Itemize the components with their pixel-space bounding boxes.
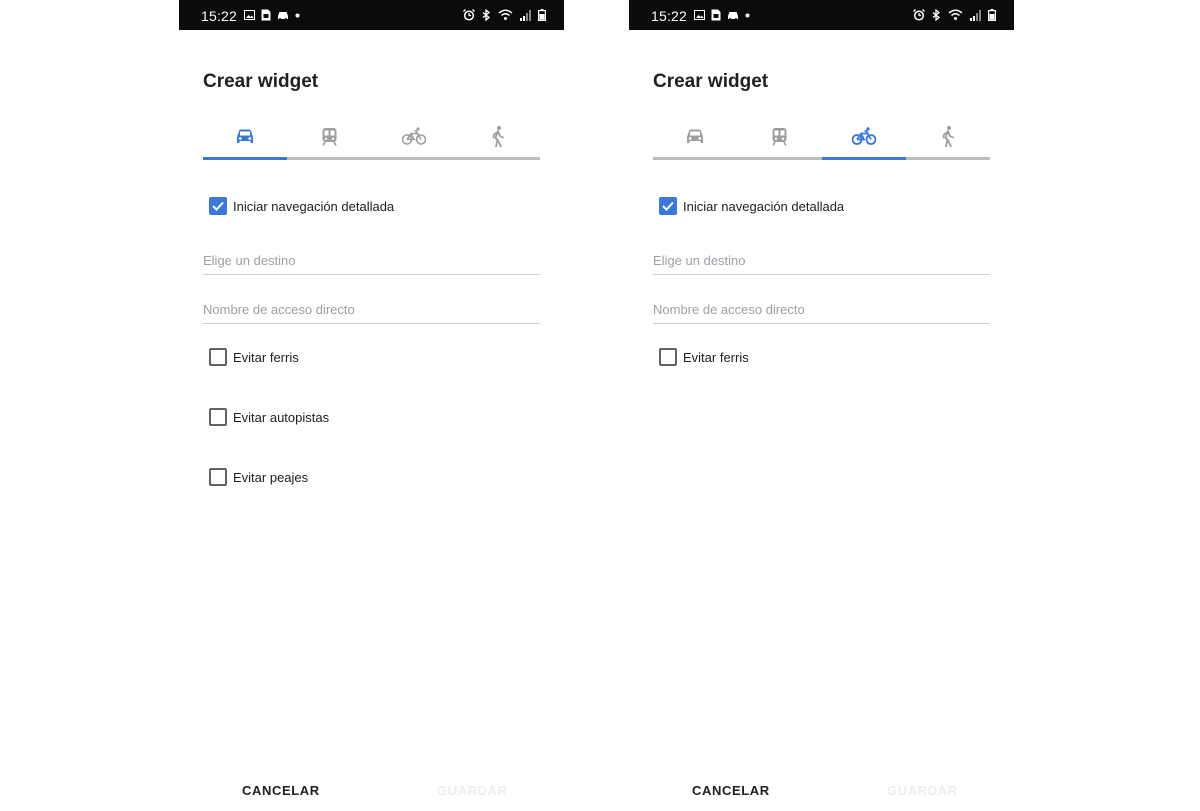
tab-bicycle[interactable] [822, 112, 906, 160]
tab-car[interactable] [653, 112, 737, 160]
wifi-icon [948, 9, 963, 20]
phone-screen-car: 15:22 Crear widget Iniciar navegación de… [179, 0, 564, 811]
turn-by-turn-checkbox[interactable]: Iniciar navegación detallada [209, 196, 394, 216]
battery-icon [538, 9, 546, 21]
checkbox-unchecked[interactable] [209, 468, 227, 486]
checkbox-label: Iniciar navegación detallada [233, 198, 395, 214]
avoid-ferries-checkbox[interactable]: Evitar ferris [209, 347, 299, 367]
signal-icon [970, 9, 981, 21]
travel-mode-tabs [653, 112, 990, 160]
dot-icon [745, 13, 750, 17]
checkbox-label: Evitar peajes [233, 469, 309, 485]
status-bar: 15:22 [179, 0, 564, 30]
shortcut-name-input[interactable] [653, 296, 990, 324]
checkbox-label: Evitar ferris [683, 349, 749, 365]
sim-card-icon [261, 9, 271, 21]
alarm-icon [913, 9, 925, 21]
dialog-title: Crear widget [203, 71, 319, 92]
status-bar: 15:22 [629, 0, 1014, 30]
wifi-icon [498, 9, 513, 20]
destination-input[interactable] [203, 247, 540, 275]
car-notification-icon [728, 12, 738, 20]
walking-icon [492, 125, 504, 147]
avoid-tolls-checkbox[interactable]: Evitar peajes [209, 467, 308, 487]
checkmark-icon [662, 201, 674, 211]
checkmark-icon [212, 201, 224, 211]
tab-walking[interactable] [906, 112, 990, 160]
avoid-highways-checkbox[interactable]: Evitar autopistas [209, 407, 329, 427]
bluetooth-icon [932, 9, 941, 21]
avoid-ferries-checkbox[interactable]: Evitar ferris [659, 347, 749, 367]
walking-icon [942, 125, 954, 147]
active-tab-indicator [203, 157, 288, 160]
checkbox-label: Evitar autopistas [233, 409, 330, 425]
checkbox-label: Iniciar navegación detallada [683, 198, 845, 214]
dot-icon [295, 13, 300, 17]
turn-by-turn-checkbox[interactable]: Iniciar navegación detallada [659, 196, 844, 216]
destination-input[interactable] [653, 247, 990, 275]
status-time: 15:22 [651, 8, 688, 24]
image-icon [694, 10, 705, 20]
car-icon [237, 129, 254, 143]
active-tab-indicator [821, 157, 906, 160]
train-icon [322, 127, 337, 146]
checkbox-unchecked[interactable] [209, 408, 227, 426]
alarm-icon [463, 9, 475, 21]
checkbox-unchecked[interactable] [659, 348, 677, 366]
checkbox-checked[interactable] [209, 197, 227, 215]
tab-bicycle[interactable] [372, 112, 456, 160]
status-time: 15:22 [201, 8, 238, 24]
bicycle-icon [401, 127, 426, 145]
sim-card-icon [711, 9, 721, 21]
tab-car[interactable] [203, 112, 287, 160]
save-button[interactable]: GUARDAR [887, 780, 958, 800]
train-icon [772, 127, 787, 146]
bicycle-icon [851, 127, 876, 145]
checkbox-unchecked[interactable] [209, 348, 227, 366]
car-icon [687, 129, 704, 143]
bluetooth-icon [482, 9, 491, 21]
tab-transit[interactable] [287, 112, 371, 160]
cancel-button[interactable]: CANCELAR [242, 780, 320, 800]
save-button[interactable]: GUARDAR [437, 780, 508, 800]
tab-transit[interactable] [737, 112, 821, 160]
signal-icon [520, 9, 531, 21]
phone-screen-bicycle: 15:22 Crear widget Iniciar navegación de… [629, 0, 1014, 811]
cancel-button[interactable]: CANCELAR [692, 780, 770, 800]
shortcut-name-input[interactable] [203, 296, 540, 324]
car-notification-icon [278, 12, 288, 20]
dialog-title: Crear widget [653, 71, 769, 92]
checkbox-label: Evitar ferris [233, 349, 299, 365]
image-icon [244, 10, 255, 20]
battery-icon [988, 9, 996, 21]
checkbox-checked[interactable] [659, 197, 677, 215]
tab-walking[interactable] [456, 112, 540, 160]
travel-mode-tabs [203, 112, 540, 160]
